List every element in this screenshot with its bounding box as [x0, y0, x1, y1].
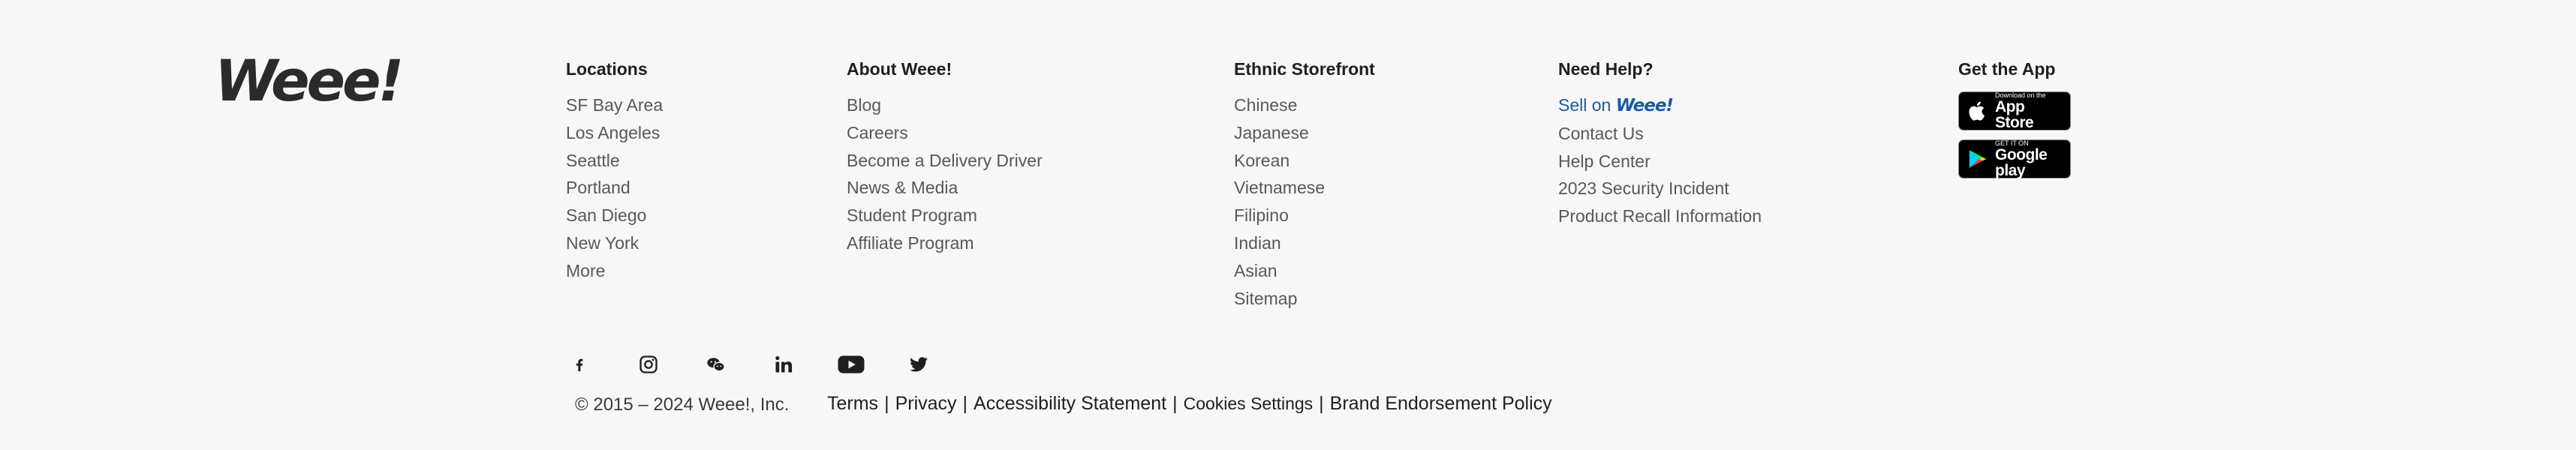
location-link-more[interactable]: More: [566, 257, 663, 285]
legal-separator: |: [1172, 393, 1178, 414]
help-link-product-recall[interactable]: Product Recall Information: [1558, 202, 1762, 230]
location-link-new-york[interactable]: New York: [566, 230, 663, 257]
legal-separator: |: [1319, 393, 1324, 414]
storefront-link-filipino[interactable]: Filipino: [1234, 202, 1375, 230]
help-link-security-incident[interactable]: 2023 Security Incident: [1558, 175, 1762, 202]
legal-separator: |: [884, 393, 889, 414]
locations-column: Locations SF Bay Area Los Angeles Seattl…: [566, 57, 663, 285]
storefront-link-asian[interactable]: Asian: [1234, 257, 1375, 285]
about-heading: About Weee!: [847, 59, 952, 79]
instagram-icon[interactable]: [633, 350, 664, 380]
brand-endorsement-policy-link[interactable]: Brand Endorsement Policy: [1330, 393, 1552, 415]
about-link-student-program[interactable]: Student Program: [847, 202, 1043, 230]
help-link-help-center[interactable]: Help Center: [1558, 148, 1762, 176]
storefront-link-japanese[interactable]: Japanese: [1234, 119, 1375, 147]
app-store-big-text: App Store: [1995, 98, 2034, 131]
ethnic-storefront-column: Ethnic Storefront Chinese Japanese Korea…: [1234, 57, 1375, 312]
storefront-link-vietnamese[interactable]: Vietnamese: [1234, 174, 1375, 202]
storefront-link-sitemap[interactable]: Sitemap: [1234, 285, 1375, 313]
linkedin-icon[interactable]: [769, 350, 799, 380]
help-column: Need Help? Sell on Weee! Contact Us Help…: [1558, 57, 1762, 230]
sell-on-weee-link[interactable]: Sell on Weee!: [1558, 92, 1762, 120]
about-link-careers[interactable]: Careers: [847, 119, 1043, 147]
sell-weee-brand: Weee!: [1615, 96, 1674, 116]
storefront-link-korean[interactable]: Korean: [1234, 147, 1375, 175]
about-link-news-media[interactable]: News & Media: [847, 174, 1043, 202]
apple-icon: [1969, 101, 1985, 121]
locations-heading: Locations: [566, 59, 648, 79]
terms-link[interactable]: Terms: [827, 393, 878, 415]
location-link-seattle[interactable]: Seattle: [566, 147, 663, 175]
twitter-icon[interactable]: [904, 350, 934, 380]
social-links: [564, 350, 934, 380]
google-play-icon: [1969, 150, 1987, 168]
copyright-text: © 2015 – 2024 Weee!, Inc.: [575, 394, 790, 415]
app-heading: Get the App: [1958, 59, 2056, 79]
about-column: About Weee! Blog Careers Become a Delive…: [847, 57, 1043, 257]
storefront-link-indian[interactable]: Indian: [1234, 230, 1375, 257]
youtube-icon[interactable]: [836, 350, 866, 380]
location-link-los-angeles[interactable]: Los Angeles: [566, 119, 663, 147]
accessibility-statement-link[interactable]: Accessibility Statement: [974, 393, 1166, 415]
wechat-icon[interactable]: [701, 350, 731, 380]
weee-logo[interactable]: Weee!: [215, 52, 404, 110]
storefront-link-chinese[interactable]: Chinese: [1234, 92, 1375, 119]
cookies-settings-link[interactable]: Cookies Settings: [1184, 394, 1314, 414]
help-heading: Need Help?: [1558, 59, 1654, 79]
legal-links: Terms | Privacy | Accessibility Statemen…: [827, 393, 1552, 415]
privacy-link[interactable]: Privacy: [895, 393, 957, 415]
facebook-icon[interactable]: [564, 350, 594, 380]
location-link-sf-bay-area[interactable]: SF Bay Area: [566, 92, 663, 119]
about-link-affiliate-program[interactable]: Affiliate Program: [847, 230, 1043, 257]
app-store-badge[interactable]: Download on the App Store: [1958, 92, 2071, 130]
location-link-portland[interactable]: Portland: [566, 174, 663, 202]
help-link-contact-us[interactable]: Contact Us: [1558, 120, 1762, 148]
about-link-blog[interactable]: Blog: [847, 92, 1043, 119]
sell-on-label: Sell on: [1558, 95, 1612, 115]
google-play-badge[interactable]: GET IT ON Google play: [1958, 140, 2071, 178]
google-play-big-text: Google play: [1995, 146, 2048, 179]
about-link-delivery-driver[interactable]: Become a Delivery Driver: [847, 147, 1043, 175]
app-column: Get the App Download on the App Store GE…: [1958, 57, 2071, 188]
ethnic-storefront-heading: Ethnic Storefront: [1234, 59, 1375, 79]
location-link-san-diego[interactable]: San Diego: [566, 202, 663, 230]
legal-separator: |: [962, 393, 968, 414]
